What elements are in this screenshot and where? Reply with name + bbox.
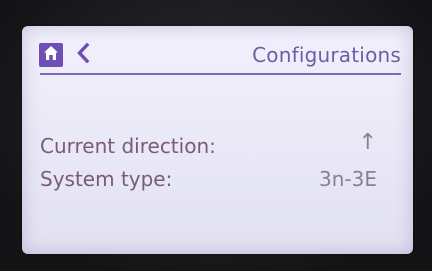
setting-value: 3n-3E: [319, 167, 377, 191]
home-icon: [42, 44, 60, 67]
page-title: Configurations: [252, 43, 401, 67]
setting-label: Current direction:: [40, 134, 216, 158]
device-bezel: Configurations Current direction: ↑ Syst…: [0, 0, 432, 271]
back-button[interactable]: [73, 42, 93, 68]
lcd-screen: Configurations Current direction: ↑ Syst…: [22, 26, 413, 254]
chevron-left-icon: [76, 42, 90, 68]
home-button[interactable]: [39, 43, 63, 67]
setting-label: System type:: [40, 167, 173, 191]
setting-row-system-type[interactable]: System type: 3n-3E: [40, 167, 377, 195]
direction-arrow-value: ↑: [358, 130, 377, 155]
header-divider: [40, 73, 401, 75]
setting-row-current-direction[interactable]: Current direction: ↑: [40, 130, 377, 162]
